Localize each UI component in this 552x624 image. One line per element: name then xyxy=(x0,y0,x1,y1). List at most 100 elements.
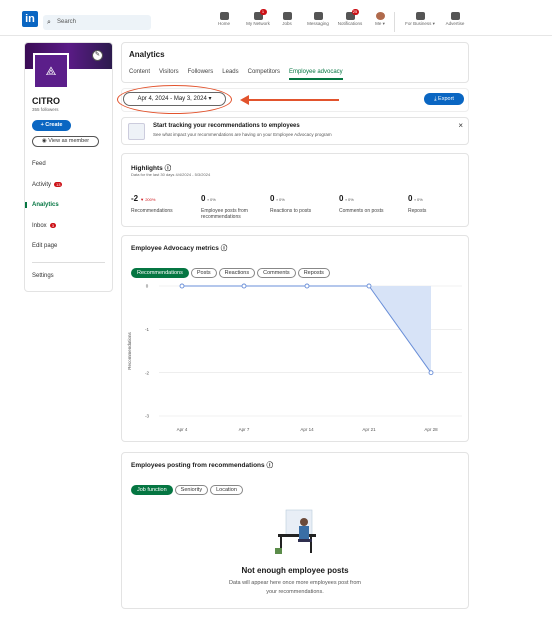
edit-pencil-icon[interactable]: ✎ xyxy=(92,50,103,61)
data-point xyxy=(366,283,372,289)
home-icon xyxy=(219,12,229,20)
analytics-tabs: Content Visitors Followers Leads Competi… xyxy=(129,69,343,80)
analytics-header: Analytics Content Visitors Followers Lea… xyxy=(121,42,469,83)
sidebar-item-edit-page[interactable]: Edit page xyxy=(25,243,112,249)
info-icon: ⓘ xyxy=(164,165,172,172)
stat-comments: 0 ▪ 0% Comments on posts xyxy=(339,194,384,214)
employee-pills: Job function Seniority Location xyxy=(131,478,245,496)
x-tick-label: Apr 21 xyxy=(362,427,376,432)
nav-divider xyxy=(394,12,395,32)
sidebar-item-feed[interactable]: Feed xyxy=(25,161,112,167)
advertise-icon xyxy=(450,12,460,20)
metrics-card: Employee Advocacy metrics ⓘ Recommendati… xyxy=(121,235,469,442)
linkedin-logo[interactable]: in xyxy=(22,11,38,27)
pill-comments[interactable]: Comments xyxy=(257,268,296,278)
nav-for-business[interactable]: For Business ▾ xyxy=(401,12,439,27)
org-logo: ⟁ xyxy=(33,53,69,89)
search-icon: ⌕ xyxy=(47,19,51,26)
page-title: Analytics xyxy=(129,50,165,59)
sidebar: ✎ ⟁ CITRO 355 followers + Create ◉ View … xyxy=(24,42,113,292)
tracking-banner: Start tracking your recommendations to e… xyxy=(121,117,469,145)
nav-messaging[interactable]: Messaging xyxy=(301,12,335,26)
inbox-count: 3 xyxy=(49,223,56,228)
nav-advertise[interactable]: Advertise xyxy=(438,12,472,26)
notifications-badge: 25 xyxy=(351,9,359,15)
metrics-title: Employee Advocacy metrics ⓘ xyxy=(131,245,228,252)
data-point xyxy=(428,370,434,376)
sidebar-divider xyxy=(32,262,105,263)
metric-pills: Recommendations Posts Reactions Comments Rep… xyxy=(131,261,332,279)
nav-me[interactable]: Me ▾ xyxy=(363,12,397,27)
banner-title: Start tracking your recommendations to e… xyxy=(153,123,300,129)
pill-seniority[interactable]: Seniority xyxy=(174,485,209,495)
recommendations-chart: 0 -1 -2 -3 Recommendations Apr 4 Apr 7 Apr 14 Ap… xyxy=(127,283,462,432)
tab-leads[interactable]: Leads xyxy=(222,69,238,80)
info-icon: ⓘ xyxy=(220,245,228,252)
network-icon: 1 xyxy=(253,9,267,20)
x-tick-label: Apr 28 xyxy=(424,427,438,432)
nav-home[interactable]: Home xyxy=(207,12,241,26)
export-button[interactable]: ⤓ Export xyxy=(424,93,464,105)
sidebar-item-settings[interactable]: Settings xyxy=(25,273,112,279)
pill-recommendations[interactable]: Recommendations xyxy=(131,268,189,278)
pill-reactions[interactable]: Reactions xyxy=(218,268,256,278)
activity-count: 13 xyxy=(54,182,63,187)
employees-title: Employees posting from recommendations ⓘ xyxy=(131,462,273,469)
banner-subtitle: See what impact your recommendations are… xyxy=(153,132,332,137)
pill-location[interactable]: Location xyxy=(210,485,243,495)
stat-employee-posts: 0 ▪ 0% Employee posts from recommendations xyxy=(201,194,248,220)
create-button[interactable]: + Create xyxy=(32,120,71,131)
sidebar-item-analytics[interactable]: Analytics xyxy=(25,202,112,208)
tab-competitors[interactable]: Competitors xyxy=(248,69,280,80)
view-as-member-button[interactable]: ◉ View as member xyxy=(32,136,99,147)
nav-jobs[interactable]: Jobs xyxy=(270,12,304,26)
tab-content[interactable]: Content xyxy=(129,69,150,80)
data-point xyxy=(179,283,185,289)
tab-visitors[interactable]: Visitors xyxy=(159,69,179,80)
x-tick-label: Apr 7 xyxy=(239,427,250,432)
y-tick-label: -1 xyxy=(145,327,149,332)
search-input[interactable]: ⌕ Search xyxy=(43,15,151,30)
empty-state-title: Not enough employee posts xyxy=(241,566,349,575)
annotation-arrowhead xyxy=(240,95,249,105)
stat-reactions: 0 ▪ 0% Reactions to posts xyxy=(270,194,312,214)
y-tick-label: 0 xyxy=(146,284,149,289)
annotation-circle xyxy=(117,85,232,114)
employees-card: Employees posting from recommendations ⓘ… xyxy=(121,452,469,609)
x-tick-label: Apr 4 xyxy=(177,427,188,432)
grid-icon xyxy=(415,12,425,20)
data-point xyxy=(304,283,310,289)
y-axis-label: Recommendations xyxy=(127,331,132,369)
sidebar-item-inbox[interactable]: Inbox 3 xyxy=(25,223,112,229)
stat-recommendations: -2 ▼ 200% Recommendations xyxy=(131,194,173,214)
empty-state-text: Data will appear here once more employee… xyxy=(228,580,362,595)
close-icon[interactable]: × xyxy=(458,121,463,130)
messaging-icon xyxy=(313,12,323,20)
follower-count: 355 followers xyxy=(32,107,59,112)
tracking-illustration-icon xyxy=(128,123,145,140)
org-name: CITRO xyxy=(32,96,60,106)
nav-notifications[interactable]: 25 Notifications xyxy=(333,9,367,26)
x-tick-label: Apr 14 xyxy=(300,427,314,432)
tab-employee-advocacy[interactable]: Employee advocacy xyxy=(288,69,343,80)
y-tick-label: -3 xyxy=(145,414,149,419)
annotation-arrow xyxy=(247,99,339,101)
data-point xyxy=(241,283,247,289)
pill-reposts[interactable]: Reposts xyxy=(297,268,330,278)
highlights-title: Highlights ⓘ xyxy=(131,165,172,172)
avatar xyxy=(375,12,385,20)
top-navigation: in ⌕ Search Home 1 My Network Jobs Messag… xyxy=(0,0,552,36)
pill-job-function[interactable]: Job function xyxy=(131,485,173,495)
network-badge: 1 xyxy=(259,9,267,15)
tab-followers[interactable]: Followers xyxy=(188,69,214,80)
bell-icon: 25 xyxy=(345,9,359,20)
pill-posts[interactable]: Posts xyxy=(190,268,217,278)
briefcase-icon xyxy=(282,12,292,20)
highlights-card: Highlights ⓘ Data for the last 30 days 4… xyxy=(121,153,469,227)
stat-reposts: 0 ▪ 0% Reposts xyxy=(408,194,427,214)
info-icon: ⓘ xyxy=(266,462,273,469)
sidebar-item-activity[interactable]: Activity 13 xyxy=(25,182,112,188)
highlights-subtitle: Data for the last 30 days 4/4/2024 - 5/3… xyxy=(131,172,211,177)
empty-state-illustration xyxy=(275,509,316,554)
y-tick-label: -2 xyxy=(145,370,149,375)
